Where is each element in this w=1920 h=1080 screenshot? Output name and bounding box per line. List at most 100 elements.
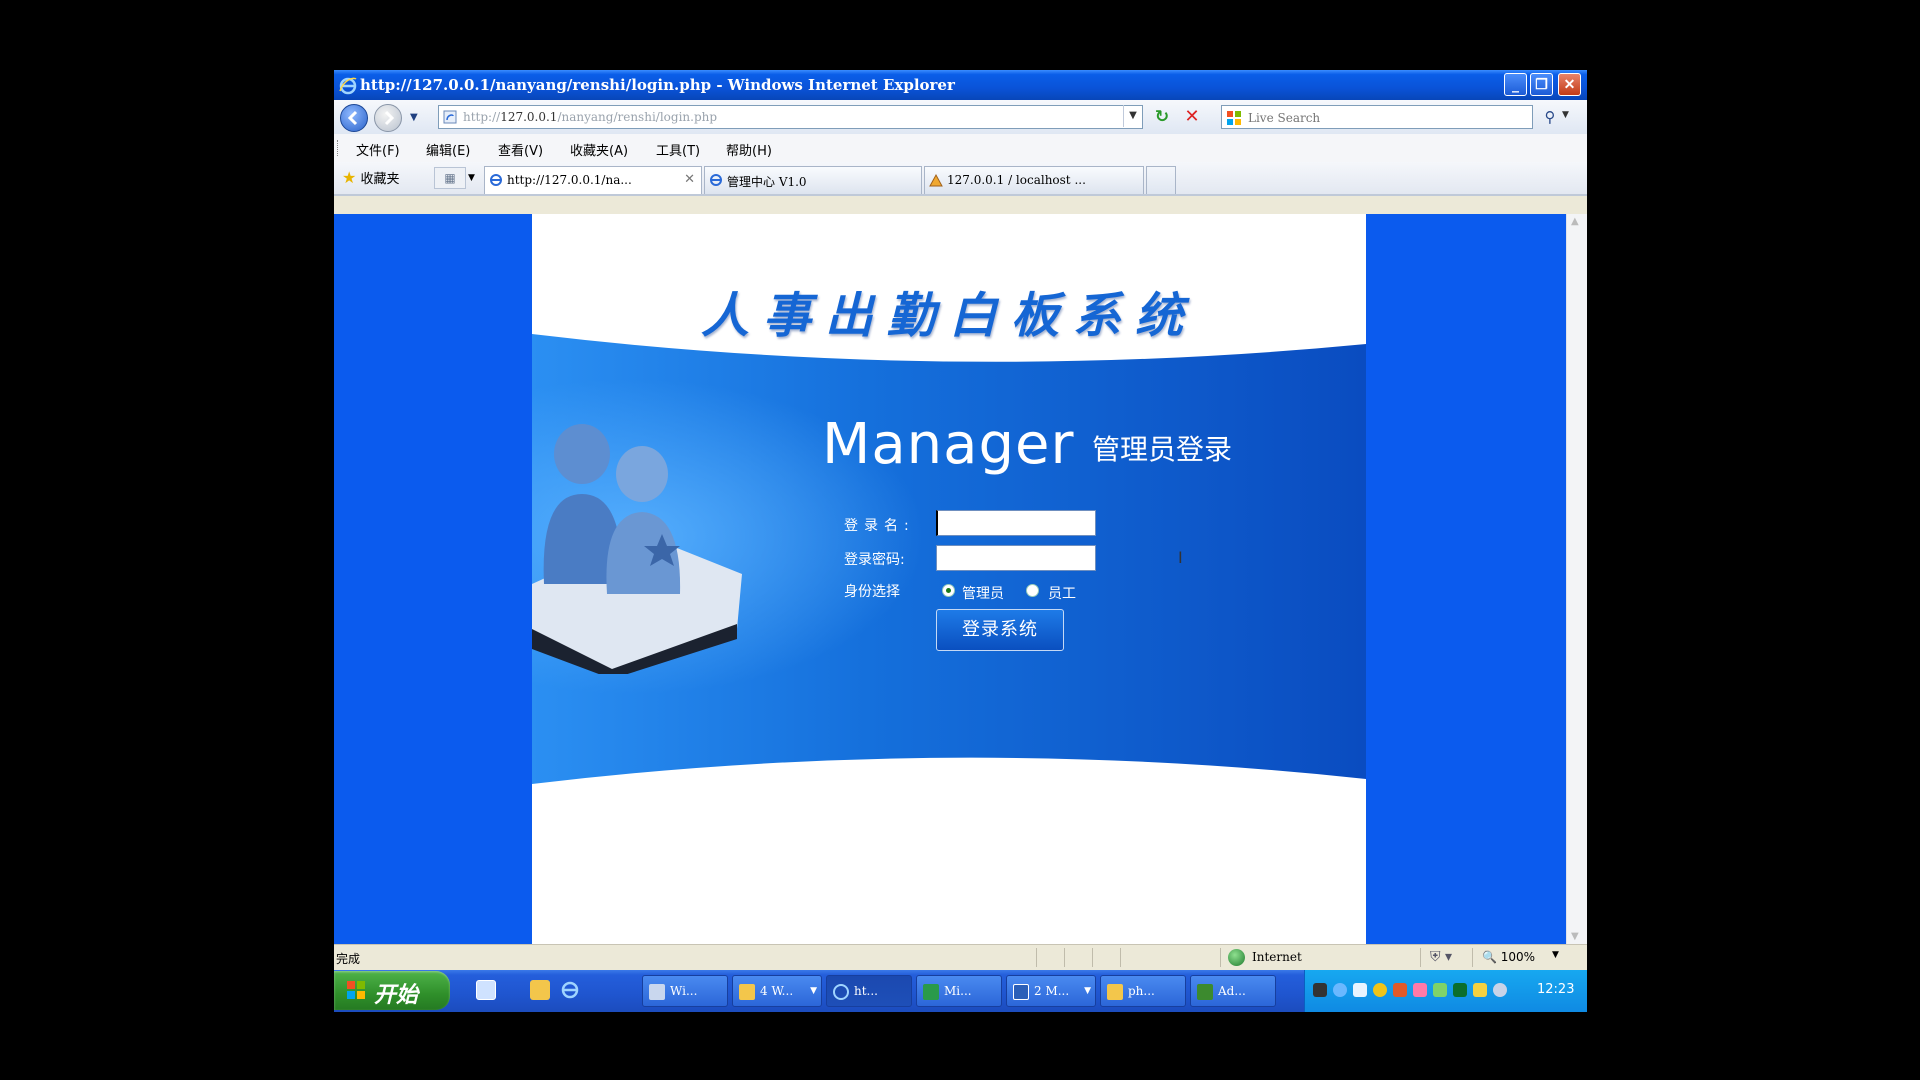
star-icon: ★: [342, 168, 357, 187]
tab-list-dropdown-icon[interactable]: ▼: [468, 173, 475, 183]
dreamweaver-icon: [1197, 984, 1213, 1000]
computer-icon: [649, 984, 665, 1000]
search-box[interactable]: [1221, 105, 1533, 129]
login-panel: 人事出勤白板系统 Manager 管理员登录 登录名: 登录密码: I 身份选择…: [532, 214, 1366, 944]
network-icon[interactable]: [1333, 983, 1347, 997]
address-url[interactable]: http://127.0.0.1/nanyang/renshi/login.ph…: [463, 110, 717, 124]
word-icon: [1013, 984, 1029, 1000]
close-tab-icon[interactable]: ✕: [684, 172, 695, 187]
status-divider: [1092, 948, 1093, 967]
menu-favorites[interactable]: 收藏夹(A): [570, 140, 628, 159]
folder-icon: [739, 984, 755, 1000]
qq-icon[interactable]: [1393, 983, 1407, 997]
cloud-icon[interactable]: [1353, 983, 1367, 997]
zoom-level[interactable]: 🔍 100%: [1482, 950, 1535, 964]
forward-arrow-icon: [384, 110, 395, 126]
security-zone-text: Internet: [1252, 950, 1302, 964]
taskbar-button[interactable]: ph...: [1100, 975, 1186, 1007]
stop-icon[interactable]: ✕: [1180, 105, 1204, 129]
role-admin-radio[interactable]: [942, 584, 955, 597]
clock[interactable]: 12:23: [1537, 982, 1574, 997]
status-divider: [1120, 948, 1121, 967]
tray-icon[interactable]: [1453, 983, 1467, 997]
group-dropdown-icon: ▼: [810, 986, 817, 996]
tray-icon[interactable]: [1433, 983, 1447, 997]
username-input[interactable]: [936, 510, 1096, 536]
shield-icon[interactable]: [1473, 983, 1487, 997]
taskbar: 开始 Wi... 4 W... ▼ ht... Mi... 2 M... ▼ p…: [334, 970, 1587, 1012]
navigation-bar: ▼ http://127.0.0.1/nanyang/renshi/login.…: [334, 100, 1587, 134]
role-label: 身份选择: [844, 584, 900, 600]
admin-login-heading: 管理员登录: [1092, 433, 1233, 466]
back-button[interactable]: [340, 104, 368, 132]
status-bar: 完成 Internet ⛨ ▾ 🔍 100% ▼: [334, 944, 1587, 970]
menu-edit[interactable]: 编辑(E): [426, 140, 470, 159]
taskbar-button[interactable]: 2 M... ▼: [1006, 975, 1096, 1007]
scroll-up-icon[interactable]: ▲: [1571, 216, 1579, 227]
tab-phpmyadmin[interactable]: 127.0.0.1 / localhost ...: [924, 166, 1144, 194]
tray-icon[interactable]: [1373, 983, 1387, 997]
toolbar-grip[interactable]: [337, 140, 341, 156]
menu-view[interactable]: 查看(V): [498, 140, 543, 159]
role-staff-radio[interactable]: [1026, 584, 1039, 597]
new-tab-button[interactable]: [1146, 166, 1176, 194]
search-input[interactable]: [1246, 109, 1530, 127]
quick-tabs-icon[interactable]: ▦: [434, 167, 466, 189]
taskbar-button[interactable]: Wi...: [642, 975, 728, 1007]
show-desktop-icon[interactable]: [476, 980, 496, 1000]
ie-icon[interactable]: [560, 980, 580, 1000]
recent-pages-dropdown[interactable]: ▼: [410, 112, 418, 123]
role-admin-label[interactable]: 管理员: [962, 583, 1004, 603]
scroll-down-icon[interactable]: ▼: [1571, 931, 1579, 942]
maximize-button[interactable]: ❐: [1530, 73, 1553, 96]
tab-bar: ★ 收藏夹 ▦ ▼ http://127.0.0.1/na... ✕ 管理中心 …: [334, 162, 1587, 196]
status-divider: [1420, 948, 1421, 967]
protected-mode-icon[interactable]: ⛨ ▾: [1430, 949, 1452, 965]
tray-icon[interactable]: [1313, 983, 1327, 997]
app-icon: [923, 984, 939, 1000]
text-cursor-icon: I: [1178, 548, 1183, 567]
status-divider: [1064, 948, 1065, 967]
tab-admin-center[interactable]: 管理中心 V1.0: [704, 166, 922, 194]
vertical-scrollbar[interactable]: ▲ ▼: [1566, 214, 1587, 944]
ie-page-icon: [490, 174, 502, 186]
ie-icon: [833, 984, 849, 1000]
menu-file[interactable]: 文件(F): [356, 140, 400, 159]
status-divider: [1472, 948, 1473, 967]
menu-help[interactable]: 帮助(H): [726, 140, 772, 159]
internet-zone-globe-icon: [1228, 949, 1245, 966]
status-divider: [1036, 948, 1037, 967]
taskbar-button[interactable]: Mi...: [916, 975, 1002, 1007]
folder-icon[interactable]: [530, 980, 550, 1000]
tray-icon[interactable]: [1413, 983, 1427, 997]
users-illustration-icon: [532, 424, 742, 674]
page-viewport: 人事出勤白板系统 Manager 管理员登录 登录名: 登录密码: I 身份选择…: [334, 214, 1566, 944]
forward-button[interactable]: [374, 104, 402, 132]
system-title: 人事出勤白板系统: [700, 288, 1197, 344]
role-staff-label[interactable]: 员工: [1048, 583, 1076, 603]
volume-icon[interactable]: [1493, 983, 1507, 997]
search-options-dropdown-icon[interactable]: ▼: [1562, 110, 1569, 120]
menu-bar: 文件(F) 编辑(E) 查看(V) 收藏夹(A) 工具(T) 帮助(H): [334, 134, 1587, 163]
window-title: http://127.0.0.1/nanyang/renshi/login.ph…: [360, 76, 955, 94]
refresh-icon[interactable]: ↻: [1150, 105, 1174, 129]
ie-window: http://127.0.0.1/nanyang/renshi/login.ph…: [334, 70, 1587, 1012]
search-icon[interactable]: ⚲: [1539, 106, 1561, 128]
menu-tools[interactable]: 工具(T): [656, 140, 700, 159]
status-text: 完成: [336, 952, 361, 966]
zoom-dropdown-icon[interactable]: ▼: [1552, 950, 1559, 960]
taskbar-button[interactable]: 4 W... ▼: [732, 975, 822, 1007]
taskbar-button[interactable]: Ad...: [1190, 975, 1276, 1007]
address-dropdown-icon[interactable]: ▼: [1123, 105, 1142, 127]
start-button[interactable]: 开始: [334, 971, 450, 1010]
favorites-button[interactable]: ★ 收藏夹: [342, 168, 400, 187]
group-dropdown-icon: ▼: [1084, 986, 1091, 996]
taskbar-button[interactable]: ht...: [826, 975, 912, 1007]
ie-logo-icon: [339, 77, 357, 95]
login-button[interactable]: 登录系统: [936, 609, 1064, 651]
tab-login[interactable]: http://127.0.0.1/na... ✕: [484, 166, 702, 194]
password-input[interactable]: [936, 545, 1096, 571]
close-window-button[interactable]: ✕: [1558, 73, 1581, 96]
address-bar[interactable]: http://127.0.0.1/nanyang/renshi/login.ph…: [438, 105, 1143, 129]
minimize-button[interactable]: _: [1504, 73, 1527, 96]
